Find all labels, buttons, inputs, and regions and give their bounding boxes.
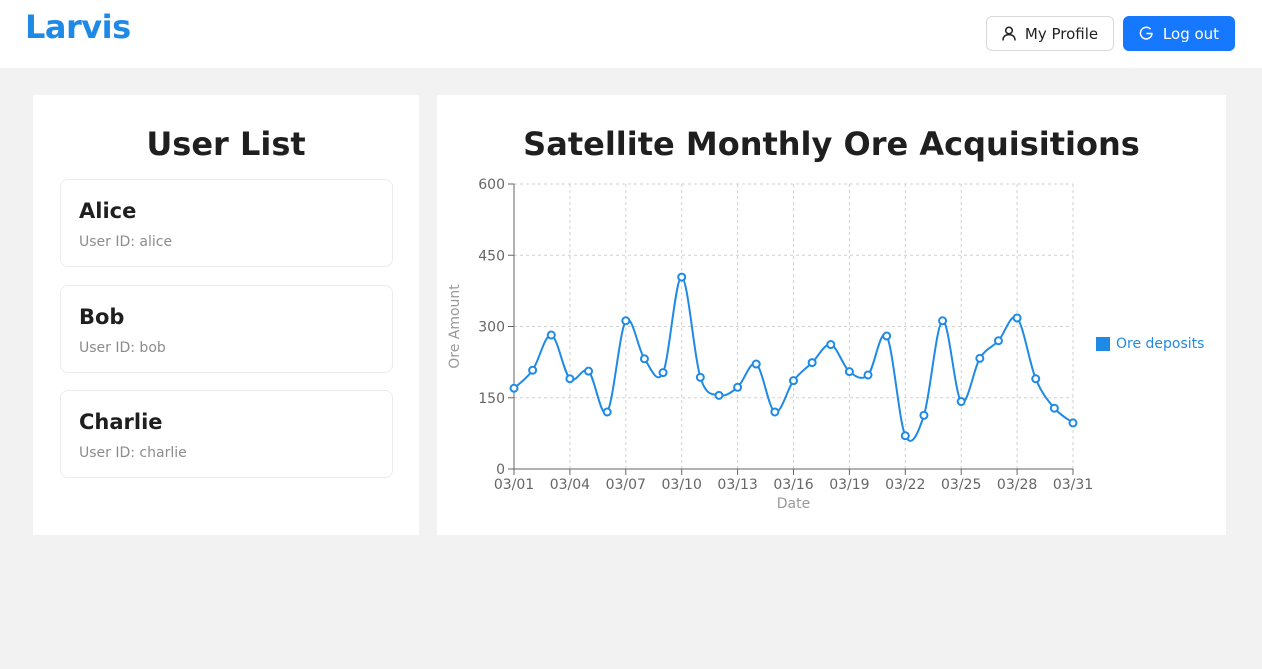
data-point (1031, 374, 1041, 384)
x-tick-label: 03/19 (829, 477, 869, 493)
x-tick-label: 03/01 (494, 477, 534, 493)
y-tick-label: 0 (496, 462, 505, 478)
data-point (1049, 403, 1059, 413)
data-point (1012, 313, 1022, 323)
y-tick-label: 300 (478, 320, 505, 336)
data-point (975, 353, 985, 363)
x-tick-label: 03/04 (550, 477, 590, 493)
data-point (863, 370, 873, 380)
data-point (919, 410, 929, 420)
logout-label: Log out (1162, 24, 1220, 43)
y-tick-label: 600 (478, 177, 505, 193)
data-point (509, 383, 519, 393)
chart-legend[interactable]: Ore deposits (1096, 336, 1204, 352)
logout-icon (1139, 26, 1154, 41)
data-point (602, 407, 612, 417)
y-tick-label: 150 (478, 391, 505, 407)
data-point (882, 331, 892, 341)
data-point (695, 372, 705, 382)
data-point (770, 407, 780, 417)
user-card-charlie[interactable]: Charlie User ID: charlie (60, 390, 393, 478)
data-point (677, 272, 687, 282)
data-point (528, 365, 538, 375)
user-id: User ID: bob (79, 340, 166, 356)
x-tick-label: 03/22 (885, 477, 925, 493)
x-tick-label: 03/25 (941, 477, 981, 493)
data-point (658, 368, 668, 378)
my-profile-label: My Profile (1024, 24, 1099, 43)
data-point (789, 376, 798, 386)
data-point (844, 367, 854, 377)
chart-card: Satellite Monthly Ore Acquisitions 0 150 3… (437, 95, 1226, 535)
user-list-card: User List Alice User ID: alice Bob User … (33, 95, 419, 535)
user-card-alice[interactable]: Alice User ID: alice (60, 179, 393, 267)
data-point (621, 316, 631, 326)
data-point (900, 431, 910, 441)
y-tick-label: 450 (478, 248, 505, 264)
x-tick-label: 03/16 (773, 477, 813, 493)
user-icon (1002, 26, 1016, 41)
user-card-bob[interactable]: Bob User ID: bob (60, 285, 393, 373)
ore-line-chart: 0 150 300 450 600 03/01 03/04 03/07 03/10 03/13 03… (447, 177, 1093, 512)
data-point (1068, 418, 1078, 428)
x-tick-label: 03/07 (606, 477, 646, 493)
data-point (733, 382, 743, 392)
data-point (956, 397, 966, 407)
brand-logo[interactable]: Larvis (25, 8, 131, 46)
x-tick-label: 03/10 (662, 477, 702, 493)
my-profile-button[interactable]: My Profile (986, 16, 1114, 51)
data-point (639, 354, 649, 364)
data-point (584, 366, 594, 376)
user-name: Charlie (79, 410, 163, 434)
data-point (807, 358, 817, 368)
data-point (993, 336, 1003, 346)
data-point (546, 330, 556, 340)
user-id: User ID: charlie (79, 445, 187, 461)
legend-swatch (1096, 337, 1110, 351)
x-tick-label: 03/28 (997, 477, 1037, 493)
logout-button[interactable]: Log out (1123, 16, 1235, 51)
x-axis-label: Date (777, 496, 810, 512)
user-list-title: User List (146, 125, 306, 163)
data-point (826, 340, 836, 350)
top-bar: Larvis My Profile Log out (0, 0, 1262, 68)
x-tick-label: 03/31 (1053, 477, 1093, 493)
data-point (938, 316, 948, 326)
data-point (751, 359, 761, 369)
user-name: Bob (79, 305, 125, 329)
data-point (565, 374, 575, 384)
legend-label: Ore deposits (1116, 336, 1205, 352)
data-point (714, 390, 724, 400)
user-id: User ID: alice (79, 234, 173, 250)
user-name: Alice (79, 199, 137, 223)
x-tick-label: 03/13 (717, 477, 757, 493)
y-axis-label: Ore Amount (447, 284, 463, 369)
